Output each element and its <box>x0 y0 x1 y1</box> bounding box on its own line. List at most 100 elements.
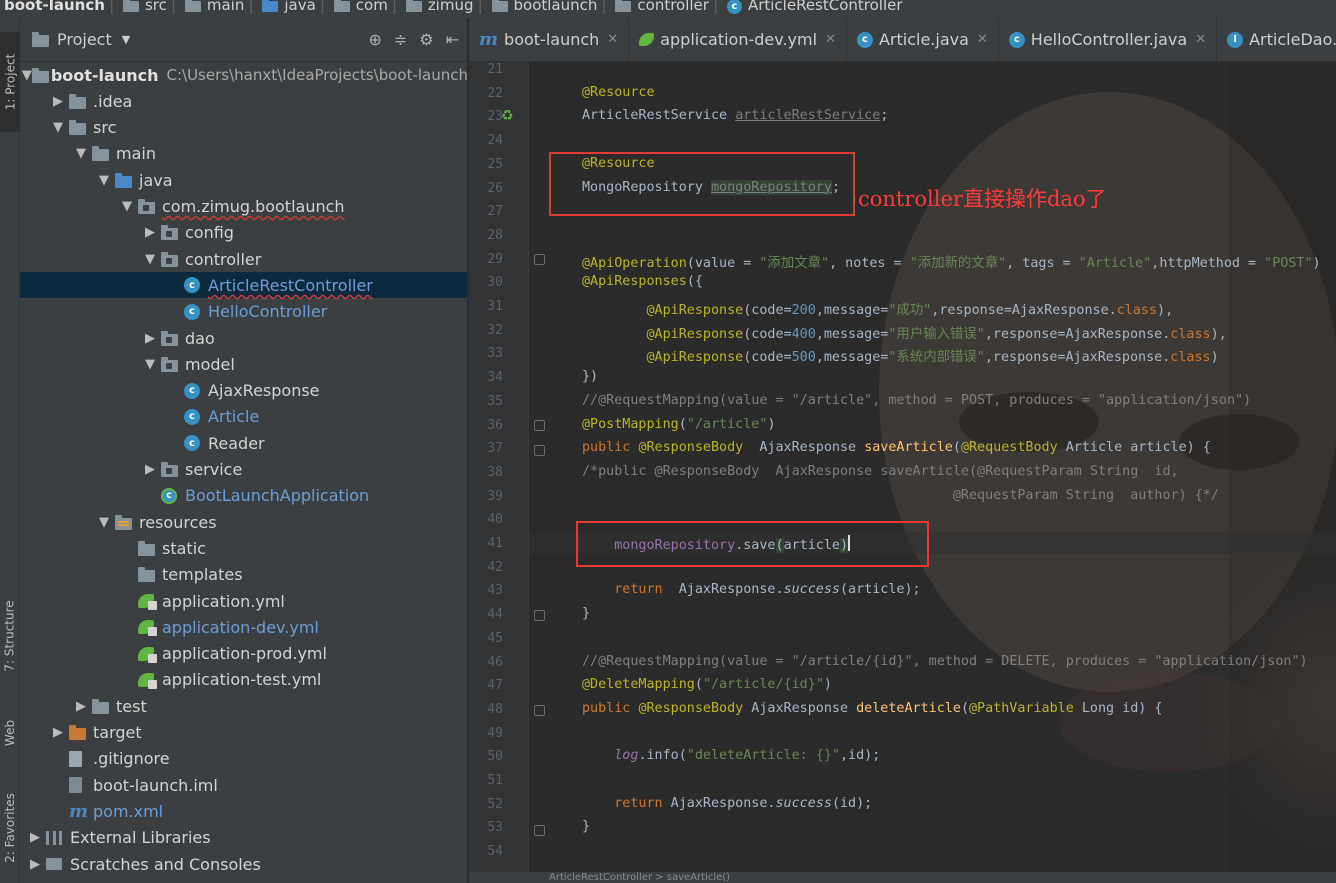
chevron-down-icon[interactable]: ▼ <box>122 33 130 46</box>
tree-item[interactable]: m pom.xml <box>20 798 467 824</box>
chevron-down-icon[interactable]: ▼ <box>116 199 138 214</box>
breadcrumb-item[interactable]: src <box>119 0 171 18</box>
tree-item[interactable]: templates <box>20 562 467 588</box>
code-line[interactable]: }) <box>582 369 598 384</box>
web-tool-tab[interactable]: Web <box>0 708 20 758</box>
tree-item[interactable]: application-dev.yml <box>20 614 467 640</box>
close-icon[interactable]: ✕ <box>607 32 618 47</box>
tree-item[interactable]: ▶ External Libraries <box>20 825 467 851</box>
locate-icon[interactable]: ⊕ <box>368 30 381 49</box>
tree-item[interactable]: application-prod.yml <box>20 641 467 667</box>
chevron-right-icon[interactable]: ▶ <box>24 857 46 872</box>
chevron-down-icon[interactable]: ▼ <box>93 515 115 530</box>
chevron-right-icon[interactable]: ▶ <box>139 331 161 346</box>
hide-icon[interactable]: ⇤ <box>446 30 459 49</box>
breadcrumb-item[interactable]: bootlaunch <box>488 0 602 18</box>
tree-item[interactable]: .gitignore <box>20 746 467 772</box>
chevron-down-icon[interactable]: ▼ <box>139 357 161 372</box>
project-panel-title[interactable]: Project <box>57 30 112 49</box>
code-line[interactable]: @DeleteMapping("/article/{id}") <box>582 677 832 692</box>
tree-item[interactable]: ▶ .idea <box>20 88 467 114</box>
tree-item[interactable]: ▼ resources <box>20 509 467 535</box>
code-line[interactable]: } <box>582 606 590 621</box>
breadcrumb-item[interactable]: boot-launch <box>0 0 109 18</box>
tree-item[interactable]: ▶ dao <box>20 325 467 351</box>
tree-item[interactable]: c Reader <box>20 430 467 456</box>
code-line[interactable]: ArticleRestService articleRestService; <box>582 108 888 123</box>
breadcrumb-item[interactable]: zimug <box>402 0 478 18</box>
chevron-right-icon[interactable]: ▶ <box>139 225 161 240</box>
code-line[interactable]: log.info("deleteArticle: {}",id); <box>582 748 880 763</box>
code-line[interactable]: //@RequestMapping(value = "/article", me… <box>582 393 1251 408</box>
fold-marker-icon[interactable] <box>534 445 545 456</box>
tree-item[interactable]: c ArticleRestController <box>20 272 467 299</box>
code-line[interactable]: @RequestParam String author) {*/ <box>582 488 1219 503</box>
breadcrumb-item[interactable]: controller <box>611 0 713 18</box>
chevron-down-icon[interactable]: ▼ <box>139 252 161 267</box>
chevron-down-icon[interactable]: ▼ <box>70 146 92 161</box>
breadcrumb-item[interactable]: main <box>181 0 248 18</box>
editor-tab[interactable]: m boot-launch ✕ <box>469 18 630 61</box>
tree-item[interactable]: application-test.yml <box>20 667 467 693</box>
tree-item[interactable]: boot-launch.iml <box>20 772 467 798</box>
tree-item[interactable]: ▶ test <box>20 693 467 719</box>
chevron-down-icon[interactable]: ▼ <box>22 68 32 83</box>
breadcrumb-item[interactable]: java <box>258 0 319 18</box>
collapse-all-icon[interactable]: ≑ <box>394 30 407 49</box>
tree-item[interactable]: ▼ java <box>20 167 467 193</box>
tree-item[interactable]: ▼ boot-launch C:\Users\hanxt\IdeaProjects\… <box>20 62 467 88</box>
tree-item[interactable]: c HelloController <box>20 299 467 325</box>
code-line[interactable]: @ApiResponse(code=400,message="用户输入错误",r… <box>582 322 1227 342</box>
tree-item[interactable]: application.yml <box>20 588 467 614</box>
code-line[interactable]: @ApiOperation(value = "添加文章", notes = "添… <box>582 251 1321 271</box>
code-line[interactable]: return AjaxResponse.success(id); <box>582 796 872 811</box>
chevron-right-icon[interactable]: ▶ <box>47 94 69 109</box>
close-icon[interactable]: ✕ <box>1195 32 1206 47</box>
tree-item[interactable]: ▼ controller <box>20 246 467 272</box>
chevron-down-icon[interactable]: ▼ <box>47 120 69 135</box>
tree-item[interactable]: c BootLaunchApplication <box>20 483 467 509</box>
editor-tab[interactable]: application-dev.yml ✕ <box>629 18 847 61</box>
tree-item[interactable]: ▼ src <box>20 115 467 141</box>
chevron-down-icon[interactable]: ▼ <box>93 173 115 188</box>
project-tool-tab[interactable]: 1: Project <box>0 32 20 132</box>
code-line[interactable]: /*public @ResponseBody AjaxResponse save… <box>582 464 1179 479</box>
editor-tab[interactable]: c Article.java ✕ <box>847 18 999 61</box>
fold-marker-icon[interactable] <box>534 825 545 836</box>
chevron-right-icon[interactable]: ▶ <box>24 830 46 845</box>
code-line[interactable]: return AjaxResponse.success(article); <box>582 582 920 597</box>
gear-icon[interactable]: ⚙ <box>419 30 433 49</box>
code-line[interactable]: @Resource <box>582 85 655 100</box>
tree-item[interactable]: static <box>20 535 467 561</box>
structure-tool-tab[interactable]: 7: Structure <box>0 586 20 686</box>
code-line[interactable]: public @ResponseBody AjaxResponse saveAr… <box>582 440 1211 455</box>
tree-item[interactable]: ▶ service <box>20 457 467 483</box>
fold-marker-icon[interactable] <box>534 705 545 716</box>
breadcrumb-item[interactable]: com <box>330 0 392 18</box>
code-line[interactable]: @ApiResponses({ <box>582 274 703 289</box>
chevron-right-icon[interactable]: ▶ <box>47 725 69 740</box>
close-icon[interactable]: ✕ <box>825 32 836 47</box>
code-line[interactable]: public @ResponseBody AjaxResponse delete… <box>582 701 1163 716</box>
tree-item[interactable]: ▼ com.zimug.bootlaunch <box>20 194 467 220</box>
editor-tab[interactable]: c HelloController.java ✕ <box>999 18 1218 61</box>
breadcrumb-item[interactable]: c ArticleRestController <box>723 0 907 18</box>
code-line[interactable]: } <box>582 819 590 834</box>
code-line[interactable]: @ApiResponse(code=500,message="系统内部错误",r… <box>582 345 1219 365</box>
fold-marker-icon[interactable] <box>534 254 545 265</box>
tree-item[interactable]: ▶ Scratches and Consoles <box>20 851 467 877</box>
favorites-tool-tab[interactable]: 2: Favorites <box>0 788 20 868</box>
fold-marker-icon[interactable] <box>534 610 545 621</box>
code-editor[interactable]: 21 22 @Resource 23 ArticleRestService articl… <box>469 62 1336 883</box>
code-line[interactable]: @ApiResponse(code=200,message="成功",respo… <box>582 298 1174 318</box>
editor-tab[interactable]: IArticleDao.java✕ <box>1217 18 1336 61</box>
tree-item[interactable]: c AjaxResponse <box>20 378 467 404</box>
code-line[interactable]: @PostMapping("/article") <box>582 417 776 432</box>
chevron-right-icon[interactable]: ▶ <box>139 462 161 477</box>
tree-item[interactable]: ▼ main <box>20 141 467 167</box>
tree-item[interactable]: ▼ model <box>20 351 467 377</box>
tree-item[interactable]: ▶ target <box>20 720 467 746</box>
code-line[interactable]: //@RequestMapping(value = "/article/{id}… <box>582 654 1308 669</box>
implementation-gutter-icon[interactable]: ♻ <box>501 108 517 124</box>
tree-item[interactable]: ▶ config <box>20 220 467 246</box>
